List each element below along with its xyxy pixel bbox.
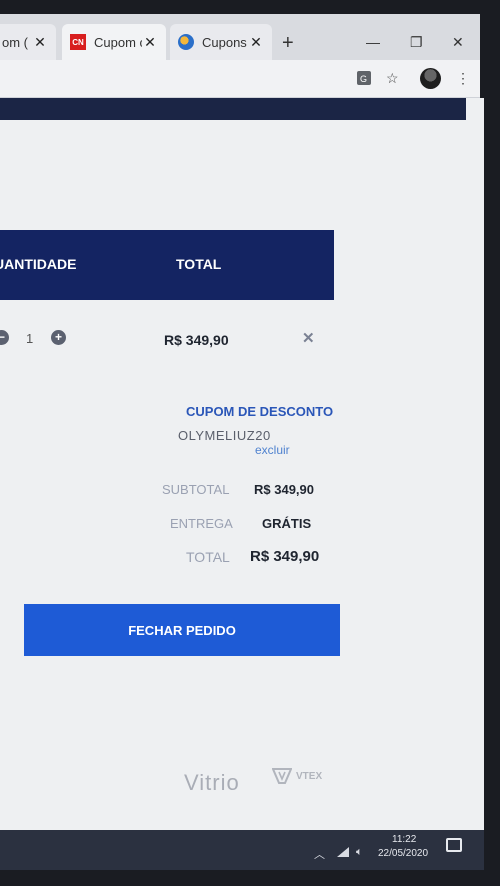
more-menu-icon[interactable]: ⋮ bbox=[456, 70, 470, 87]
cn-favicon-icon: CN bbox=[70, 34, 86, 50]
tab-title: om ( bbox=[2, 34, 28, 50]
browser-tab-3[interactable]: Cupons ✕ bbox=[170, 24, 272, 60]
tab-close-icon[interactable]: ✕ bbox=[32, 34, 48, 51]
site-header-band bbox=[0, 98, 466, 120]
os-taskbar: ︿ 🔈︎ 11:22 22/05/2020 bbox=[0, 830, 484, 870]
browser-tab-1[interactable]: om ( ✕ bbox=[0, 24, 56, 60]
checkout-button[interactable]: FECHAR PEDIDO bbox=[24, 604, 340, 656]
vtex-logo: VTEX bbox=[272, 768, 322, 784]
coupon-title: CUPOM DE DESCONTO bbox=[186, 404, 334, 419]
item-total: R$ 349,90 bbox=[164, 332, 229, 348]
column-quantity: UANTIDADE bbox=[0, 256, 77, 272]
subtotal-label: SUBTOTAL bbox=[162, 482, 230, 497]
vtex-mark-icon bbox=[272, 768, 292, 784]
browser-tab-bar: om ( ✕ CN Cupom c ✕ Cupons ✕ + — ❐ ✕ bbox=[0, 14, 480, 60]
quantity-value: 1 bbox=[26, 331, 34, 346]
new-tab-button[interactable]: + bbox=[282, 32, 294, 55]
notification-center-icon[interactable] bbox=[446, 838, 462, 852]
close-window-button[interactable]: ✕ bbox=[452, 34, 464, 51]
vtex-logo-text: VTEX bbox=[296, 770, 323, 782]
total-value: R$ 349,90 bbox=[250, 548, 320, 565]
delivery-label: ENTREGA bbox=[170, 516, 233, 531]
network-icon[interactable] bbox=[336, 846, 350, 861]
clock-date[interactable]: 22/05/2020 bbox=[378, 848, 428, 859]
cart-item-row: − 1 + R$ 349,90 ✕ bbox=[0, 324, 334, 354]
checkout-page: UANTIDADE TOTAL − 1 + R$ 349,90 ✕ CUPOM … bbox=[0, 98, 484, 830]
decrease-quantity-button[interactable]: − bbox=[0, 330, 9, 345]
screen: om ( ✕ CN Cupom c ✕ Cupons ✕ + — ❐ ✕ G ☆… bbox=[0, 0, 500, 886]
column-total: TOTAL bbox=[176, 256, 222, 272]
delivery-value: GRÁTIS bbox=[262, 516, 312, 531]
increase-quantity-button[interactable]: + bbox=[51, 330, 66, 345]
restore-button[interactable]: ❐ bbox=[410, 34, 423, 51]
cupons-favicon-icon bbox=[178, 34, 194, 50]
bookmark-star-icon[interactable]: ☆ bbox=[386, 70, 399, 87]
subtotal-value: R$ 349,90 bbox=[254, 482, 314, 497]
remove-coupon-link[interactable]: excluir bbox=[255, 443, 290, 457]
remove-item-icon[interactable]: ✕ bbox=[302, 329, 315, 347]
profile-avatar[interactable] bbox=[420, 68, 441, 89]
chevron-up-icon[interactable]: ︿ bbox=[314, 846, 325, 862]
translate-icon[interactable]: G bbox=[356, 70, 372, 89]
browser-tab-2[interactable]: CN Cupom c ✕ bbox=[62, 24, 166, 60]
tab-title: Cupons bbox=[202, 34, 247, 50]
tab-close-icon[interactable]: ✕ bbox=[142, 34, 158, 51]
tab-close-icon[interactable]: ✕ bbox=[248, 34, 264, 51]
total-label: TOTAL bbox=[186, 549, 230, 565]
vitrio-logo: Vitrio bbox=[184, 770, 240, 795]
browser-toolbar: G ☆ ⋮ bbox=[0, 60, 480, 98]
clock-time[interactable]: 11:22 bbox=[392, 834, 416, 845]
volume-icon[interactable]: 🔈︎ bbox=[356, 846, 363, 859]
coupon-code: OLYMELIUZ20 bbox=[178, 428, 271, 443]
svg-text:G: G bbox=[360, 74, 367, 84]
cart-table-header: UANTIDADE TOTAL bbox=[0, 230, 334, 300]
minimize-button[interactable]: — bbox=[366, 34, 380, 50]
tab-title: Cupom c bbox=[94, 34, 142, 50]
